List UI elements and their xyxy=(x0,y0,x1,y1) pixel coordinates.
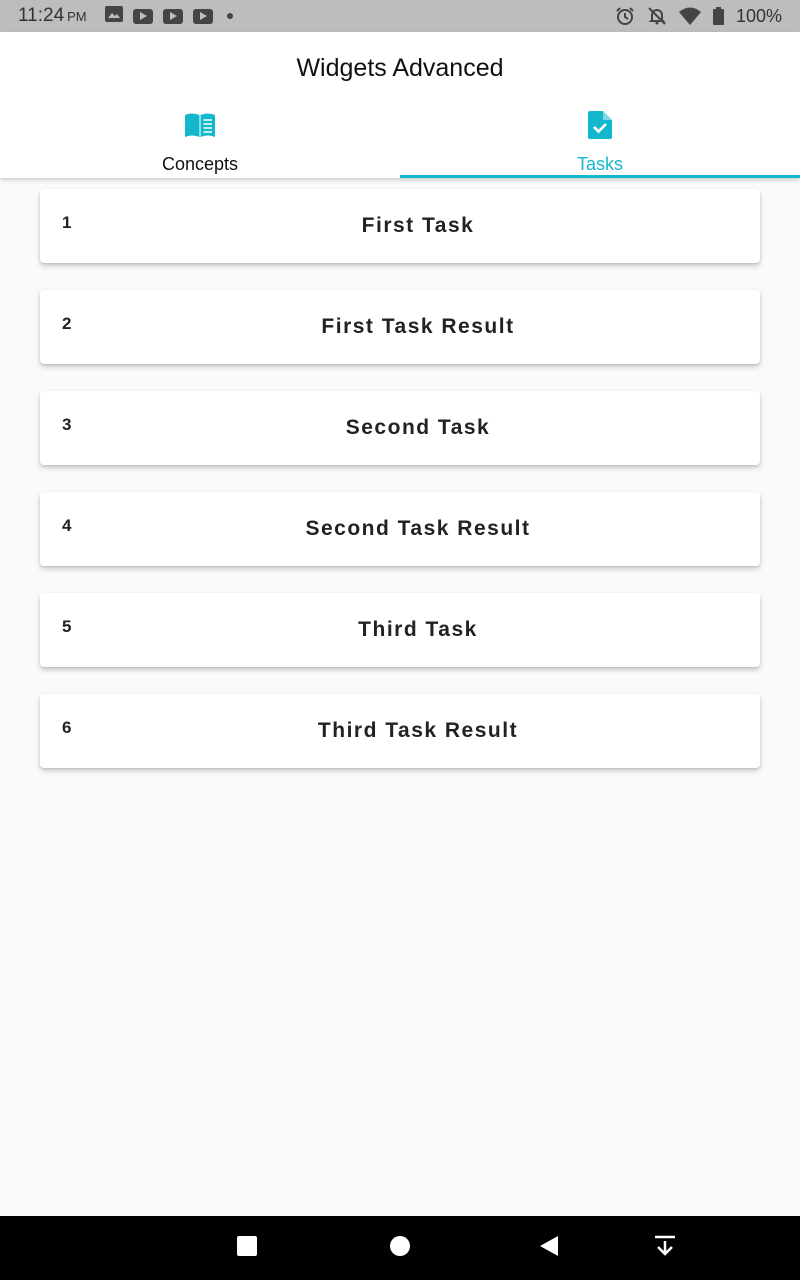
task-title: Second Task Result xyxy=(305,517,531,540)
task-card-1[interactable]: 1 First Task xyxy=(40,189,760,263)
notification-pull-button[interactable] xyxy=(635,1216,695,1280)
task-title: Second Task xyxy=(345,416,491,439)
back-icon xyxy=(539,1235,559,1262)
recents-button[interactable] xyxy=(217,1216,277,1280)
task-number: 3 xyxy=(62,415,72,434)
notifications-off-icon xyxy=(647,6,667,26)
notification-pull-icon xyxy=(654,1235,676,1262)
back-button[interactable] xyxy=(519,1216,579,1280)
navigation-bar xyxy=(0,1216,800,1280)
task-title: Third Task Result xyxy=(317,719,519,742)
tab-concepts-label: Concepts xyxy=(161,154,239,174)
wifi-icon xyxy=(678,7,701,25)
task-number: 1 xyxy=(62,213,72,232)
task-title: Third Task xyxy=(358,618,478,641)
task-card-5[interactable]: 5 Third Task xyxy=(40,593,760,667)
app-header: Widgets Advanced Concepts Tasks xyxy=(0,32,800,178)
task-number: 6 xyxy=(62,718,72,737)
book-icon xyxy=(184,110,216,140)
tab-tasks[interactable]: Tasks xyxy=(400,106,800,178)
task-list: 1 First Task 2 First Task Result 3 Secon… xyxy=(40,189,760,795)
task-title: First Task Result xyxy=(321,315,515,338)
battery-percentage: 100% xyxy=(735,5,782,26)
task-card-3[interactable]: 3 Second Task xyxy=(40,391,760,465)
status-bar: 11:24 PM 100% xyxy=(0,0,800,32)
home-icon xyxy=(389,1235,411,1262)
tab-bar: Concepts Tasks xyxy=(0,106,800,178)
status-ampm: PM xyxy=(67,9,87,24)
tab-tasks-label: Tasks xyxy=(576,154,623,174)
task-card-6[interactable]: 6 Third Task Result xyxy=(40,694,760,768)
task-number: 4 xyxy=(62,516,72,535)
status-time: 11:24 PM xyxy=(18,5,87,26)
task-card-2[interactable]: 2 First Task Result xyxy=(40,290,760,364)
task-title: First Task xyxy=(361,214,475,237)
more-notifications-dot-icon xyxy=(226,13,233,19)
task-card-4[interactable]: 4 Second Task Result xyxy=(40,492,760,566)
alarm-icon xyxy=(615,6,635,26)
image-notification-icon xyxy=(104,5,123,27)
youtube-notification-icon xyxy=(132,8,153,24)
recents-icon xyxy=(236,1235,258,1262)
battery-icon xyxy=(712,7,724,25)
task-document-icon xyxy=(588,110,612,140)
page-title: Widgets Advanced xyxy=(296,54,504,82)
youtube-notification-icon xyxy=(192,8,213,24)
task-number: 2 xyxy=(62,314,72,333)
selected-tab-indicator xyxy=(400,175,800,178)
tab-concepts[interactable]: Concepts xyxy=(0,106,400,178)
home-button[interactable] xyxy=(370,1216,430,1280)
task-number: 5 xyxy=(62,617,72,636)
youtube-notification-icon xyxy=(162,8,183,24)
